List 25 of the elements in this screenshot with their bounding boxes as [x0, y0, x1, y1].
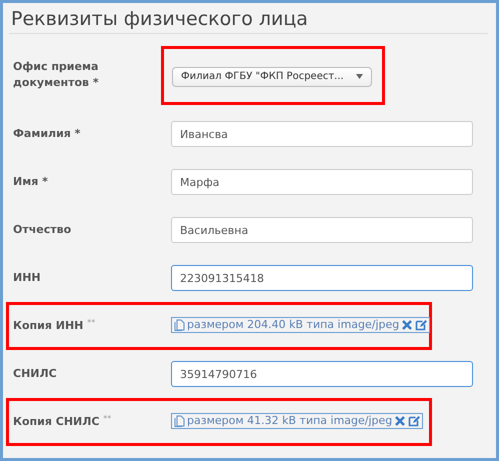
dropdown-value: Филиал ФГБУ "ФКП Росреест...	[181, 70, 344, 84]
delete-icon[interactable]	[401, 319, 414, 331]
section-title: Реквизиты физического лица	[9, 3, 488, 34]
edit-icon[interactable]	[408, 415, 420, 427]
field-label: Фамилия *	[12, 126, 82, 142]
file-link[interactable]: размером 204.40 kB типа image/jpeg	[187, 318, 400, 332]
text-field[interactable]: 223091315418	[171, 265, 473, 292]
text-field[interactable]: 35914790716	[171, 361, 473, 388]
field-label: Имя *	[12, 174, 49, 190]
file-icon	[174, 415, 185, 427]
field-label: ИНН	[12, 270, 42, 286]
file-link[interactable]: размером 41.32 kB типа image/jpeg	[187, 414, 392, 428]
field-label: Офис приема документов *	[12, 59, 100, 91]
field-label: Копия СНИЛС $^{**}$	[12, 414, 112, 430]
caret-icon	[356, 74, 363, 79]
edit-icon[interactable]	[415, 319, 428, 331]
field-label: Копия ИНН $^{**}$	[12, 318, 96, 334]
text-field[interactable]: Марфа	[171, 169, 473, 196]
text-field[interactable]: Васильевна	[171, 217, 473, 244]
dropdown[interactable]: Филиал ФГБУ "ФКП Росреест...	[172, 66, 372, 86]
text-field[interactable]: Ивансва	[171, 121, 473, 148]
file-icon	[174, 319, 185, 331]
field-label: СНИЛС	[12, 366, 58, 382]
delete-icon[interactable]	[394, 415, 406, 427]
field-label: Отчество	[12, 222, 72, 238]
